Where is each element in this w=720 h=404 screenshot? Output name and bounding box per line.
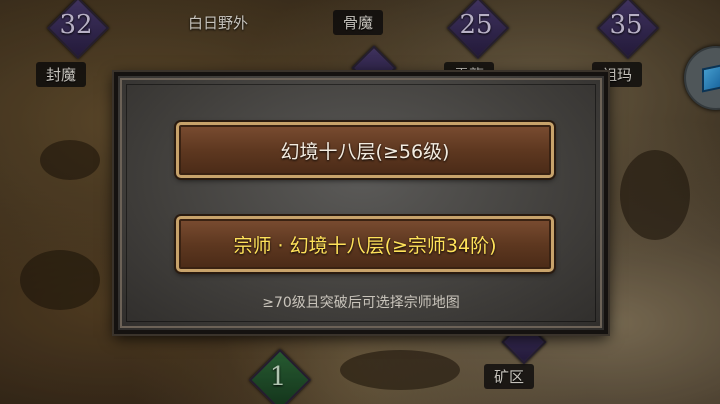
normal-dungeon-button[interactable]: 幻境十八层(≥56级) xyxy=(176,122,554,178)
dungeon-select-dialog: 幻境十八层(≥56级) 宗师 · 幻境十八层(≥宗师34阶) ≥70级且突破后可… xyxy=(114,72,608,334)
game-map-screen: 32 25 35 1 白日野外 骨魔 封魔 雷龍 祖玛 矿区 幻境十八层(≥56… xyxy=(0,0,720,404)
master-dungeon-label: 宗师 · 幻境十八层(≥宗师34阶) xyxy=(233,234,497,257)
normal-dungeon-label: 幻境十八层(≥56级) xyxy=(280,140,450,163)
master-dungeon-button[interactable]: 宗师 · 幻境十八层(≥宗师34阶) xyxy=(176,216,554,272)
requirement-hint: ≥70级且突破后可选择宗师地图 xyxy=(262,295,460,311)
